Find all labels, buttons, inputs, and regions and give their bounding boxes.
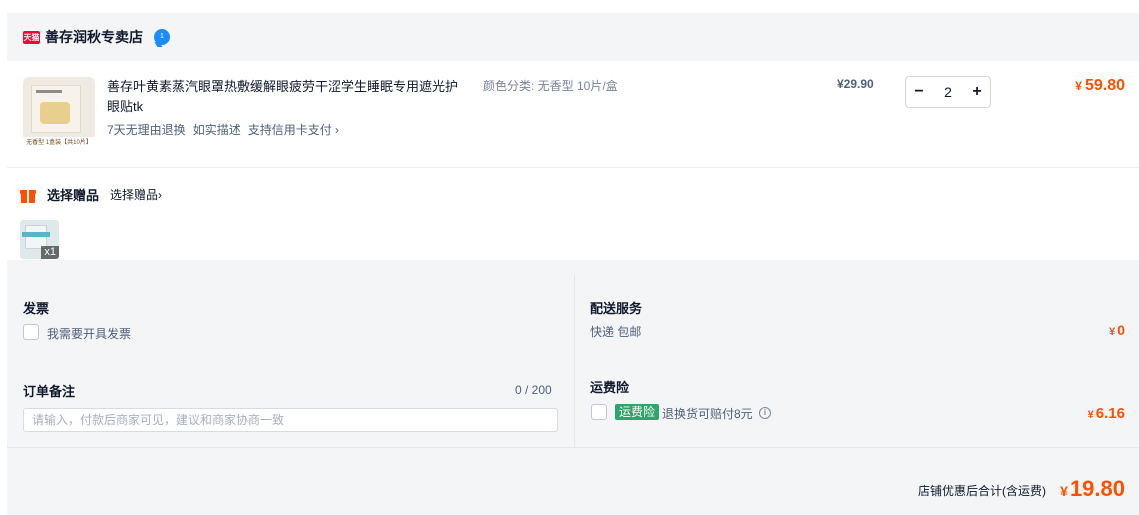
- product-sku: 颜色分类: 无香型 10片/盒: [483, 79, 618, 93]
- gift-icon-ribbon: [27, 189, 29, 203]
- order-shop-card: 天猫 善存润秋专卖店 1 无香型 1盒装【共10片】 善存叶黄素蒸汽眼罩热敷缓解…: [7, 13, 1139, 515]
- footer-total-value: 19.80: [1069, 476, 1125, 501]
- select-gift-link[interactable]: 选择赠品›: [110, 186, 162, 203]
- product-box-stripe: [36, 90, 62, 93]
- gift-count: x1: [41, 246, 59, 259]
- insurance-price: ¥6.16: [1088, 405, 1125, 422]
- info-icon[interactable]: i: [759, 407, 771, 419]
- footer-total-symbol: ¥: [1060, 483, 1068, 499]
- delivery-method: 快递 包邮: [590, 325, 642, 339]
- delivery-fee-symbol: ¥: [1109, 326, 1116, 338]
- gift-section: 选择赠品 选择赠品› x1: [7, 167, 1139, 260]
- delivery-fee-value: 0: [1117, 322, 1125, 338]
- invoice-title: 发票: [23, 301, 50, 316]
- quantity-stepper: − 2 +: [905, 76, 991, 108]
- product-row: 无香型 1盒装【共10片】 善存叶黄素蒸汽眼罩热敷缓解眼疲劳干涩学生睡眠专用遮光…: [7, 61, 1139, 167]
- footer-total: ¥19.80: [1060, 476, 1125, 502]
- service-return: 7天无理由退换: [107, 123, 186, 137]
- delivery-fee: ¥0: [1109, 322, 1125, 338]
- product-title[interactable]: 善存叶黄素蒸汽眼罩热敷缓解眼疲劳干涩学生睡眠专用遮光护眼贴tk: [107, 77, 467, 117]
- remark-title: 订单备注: [23, 384, 76, 399]
- increase-quantity-button[interactable]: +: [964, 77, 990, 107]
- line-total: ¥59.80: [1075, 77, 1125, 95]
- options-divider: [574, 275, 575, 447]
- shop-header: 天猫 善存润秋专卖店 1: [7, 13, 1139, 61]
- insurance-price-value: 6.16: [1095, 405, 1125, 422]
- insurance-price-symbol: ¥: [1087, 409, 1094, 421]
- remark-input[interactable]: [23, 408, 558, 432]
- quantity-input[interactable]: 2: [932, 77, 964, 107]
- insurance-title: 运费险: [590, 380, 630, 395]
- gift-icon: [20, 187, 36, 203]
- gift-label: 选择赠品: [47, 188, 100, 203]
- insurance-checkbox[interactable]: [591, 404, 607, 420]
- insurance-description: 退换货可赔付8元: [662, 407, 753, 421]
- line-total-symbol: ¥: [1075, 79, 1082, 93]
- chat-icon[interactable]: 1: [154, 29, 170, 45]
- product-box-graphic: [31, 85, 81, 133]
- order-footer: 店铺优惠后合计(含运费) ¥19.80: [7, 447, 1139, 515]
- gift-row: 选择赠品 选择赠品›: [20, 185, 162, 204]
- product-services: 7天无理由退换 如实描述 支持信用卡支付 ›: [107, 121, 339, 138]
- service-credit-card[interactable]: 支持信用卡支付 ›: [248, 121, 339, 138]
- decrease-quantity-button[interactable]: −: [906, 77, 932, 107]
- gift-box-band: [22, 232, 50, 237]
- product-image-caption: 无香型 1盒装【共10片】: [23, 137, 95, 149]
- insurance-tag: 运费险: [615, 404, 660, 420]
- invoice-checkbox[interactable]: [23, 324, 39, 340]
- product-image[interactable]: 无香型 1盒装【共10片】: [23, 77, 95, 149]
- order-options: 发票 我需要开具发票 订单备注 0 / 200 配送服务 快递 包邮 ¥0 运费…: [7, 275, 1139, 447]
- gift-thumbnail[interactable]: x1: [20, 220, 59, 259]
- product-box-label: [40, 102, 70, 124]
- invoice-checkbox-label[interactable]: 我需要开具发票: [47, 325, 131, 342]
- line-total-value: 59.80: [1084, 77, 1125, 94]
- unit-price: ¥29.90: [837, 77, 874, 91]
- delivery-title: 配送服务: [590, 301, 643, 316]
- shop-name[interactable]: 善存润秋专卖店: [45, 27, 143, 47]
- chat-badge-count: 1: [160, 33, 164, 40]
- footer-total-label: 店铺优惠后合计(含运费): [918, 484, 1046, 498]
- service-as-described: 如实描述: [192, 123, 241, 137]
- remark-counter: 0 / 200: [515, 383, 552, 397]
- tmall-badge-icon: 天猫: [23, 30, 40, 44]
